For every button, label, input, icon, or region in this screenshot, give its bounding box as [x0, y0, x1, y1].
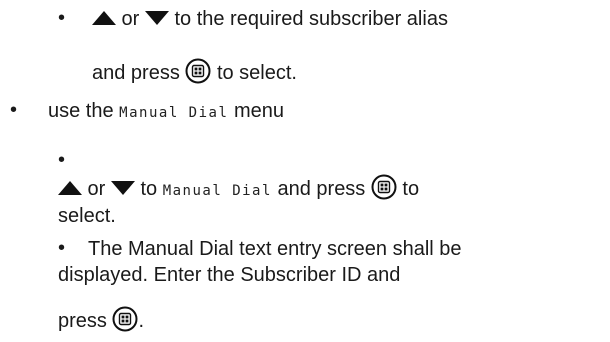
or-text: or [116, 8, 145, 30]
menu-text: menu [228, 100, 284, 122]
to-select-text: to select. [211, 62, 297, 84]
entry-line1-text: The Manual Dial text entry screen shall … [88, 238, 462, 260]
menu-ok-button-icon [112, 306, 138, 332]
manual-step-line2: select. [58, 205, 116, 228]
to-text: to [134, 178, 163, 200]
manual-dial-menu-name: Manual Dial [119, 105, 229, 121]
bullet-dot: • [58, 7, 66, 29]
up-arrow-icon [58, 181, 82, 196]
entry-step-line2: displayed. Enter the Subscriber ID and [58, 264, 400, 287]
menu-ok-button-icon [185, 58, 211, 84]
alias-step-line1: or to the required subscriber alias [92, 8, 448, 31]
entry-step-line3: press . [58, 306, 145, 333]
to-text-end: to [396, 178, 420, 200]
or-text: or [82, 178, 111, 200]
period-text: . [138, 310, 145, 332]
menu-ok-button-icon [371, 174, 397, 200]
alias-step-rest: to the required subscriber alias [168, 8, 448, 30]
up-arrow-icon [92, 11, 116, 26]
use-the-text: use the [48, 100, 120, 122]
bullet-dot: • [10, 99, 18, 121]
select-text: select. [58, 205, 116, 227]
manual-dial-menu-name: Manual Dial [162, 183, 272, 199]
and-press-text: and press [92, 62, 186, 84]
press-text: press [58, 310, 113, 332]
manual-step-line1: or to Manual Dial and press to [58, 174, 420, 201]
bullet-dot: • [58, 149, 66, 171]
down-arrow-icon [144, 11, 169, 26]
and-press-text: and press [271, 178, 371, 200]
manual-dial-line: use the Manual Dial menu [48, 100, 284, 123]
down-arrow-icon [110, 181, 135, 196]
entry-step-line1: The Manual Dial text entry screen shall … [58, 238, 462, 261]
entry-line2-text: displayed. Enter the Subscriber ID and [58, 264, 401, 286]
alias-step-line2: and press to select. [92, 58, 297, 85]
